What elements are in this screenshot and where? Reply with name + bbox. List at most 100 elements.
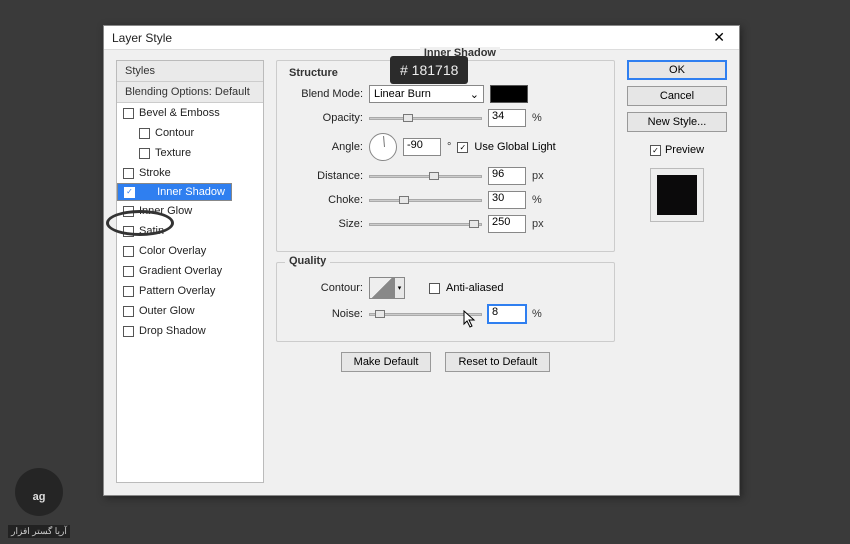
item-satin[interactable]: Satin [117, 221, 263, 241]
item-texture[interactable]: Texture [117, 143, 263, 163]
checkbox-icon[interactable] [139, 148, 150, 159]
item-label: Stroke [139, 167, 171, 179]
opacity-slider[interactable] [369, 111, 482, 125]
size-label: Size: [287, 218, 363, 230]
preview-checkbox[interactable]: ✓ [650, 145, 661, 156]
settings-panel: Inner Shadow Structure Blend Mode: Linea… [276, 60, 615, 483]
item-bevel-emboss[interactable]: Bevel & Emboss [117, 103, 263, 123]
checkbox-icon[interactable] [123, 168, 134, 179]
checkbox-icon[interactable] [123, 326, 134, 337]
dialog-title: Layer Style [112, 31, 172, 45]
item-label: Inner Shadow [157, 186, 225, 198]
size-row: Size: 250 px [287, 215, 604, 233]
checkbox-icon[interactable] [123, 206, 134, 217]
size-field[interactable]: 250 [488, 215, 526, 233]
distance-row: Distance: 96 px [287, 167, 604, 185]
make-default-button[interactable]: Make Default [341, 352, 432, 372]
unit-percent: % [532, 112, 542, 124]
defaults-row: Make Default Reset to Default [276, 352, 615, 372]
distance-slider[interactable] [369, 169, 482, 183]
unit-percent: % [532, 194, 542, 206]
close-icon[interactable]: ✕ [707, 29, 731, 46]
item-label: Satin [139, 225, 164, 237]
item-label: Inner Glow [139, 205, 192, 217]
item-outer-glow[interactable]: Outer Glow [117, 301, 263, 321]
preview-label: Preview [665, 144, 704, 156]
item-drop-shadow[interactable]: Drop Shadow [117, 321, 263, 341]
ok-button[interactable]: OK [627, 60, 727, 80]
item-color-overlay[interactable]: Color Overlay [117, 241, 263, 261]
preview-row: ✓ Preview [627, 144, 727, 156]
reset-default-button[interactable]: Reset to Default [445, 352, 550, 372]
cancel-button[interactable]: Cancel [627, 86, 727, 106]
choke-field[interactable]: 30 [488, 191, 526, 209]
unit-px: px [532, 218, 544, 230]
choke-row: Choke: 30 % [287, 191, 604, 209]
blend-mode-row: Blend Mode: Linear Burn⌄ [287, 85, 604, 103]
item-label: Gradient Overlay [139, 265, 222, 277]
item-contour[interactable]: Contour [117, 123, 263, 143]
unit-degree: ° [447, 141, 451, 153]
global-light-label: Use Global Light [474, 141, 555, 153]
item-label: Pattern Overlay [139, 285, 215, 297]
contour-picker[interactable]: ▾ [369, 277, 405, 299]
noise-label: Noise: [287, 308, 363, 320]
new-style-button[interactable]: New Style... [627, 112, 727, 132]
checkbox-icon[interactable] [123, 226, 134, 237]
quality-legend: Quality [285, 255, 330, 267]
blend-mode-select[interactable]: Linear Burn⌄ [369, 85, 484, 103]
noise-row: Noise: 8 % [287, 305, 604, 323]
angle-label: Angle: [287, 141, 363, 153]
structure-legend: Structure [285, 67, 342, 79]
unit-px: px [532, 170, 544, 182]
item-pattern-overlay[interactable]: Pattern Overlay [117, 281, 263, 301]
contour-row: Contour: ▾ Anti-aliased [287, 277, 604, 299]
distance-label: Distance: [287, 170, 363, 182]
distance-field[interactable]: 96 [488, 167, 526, 185]
checkbox-icon[interactable] [123, 246, 134, 257]
noise-field[interactable]: 8 [488, 305, 526, 323]
angle-row: Angle: -90 ° ✓ Use Global Light [287, 133, 604, 161]
item-label: Bevel & Emboss [139, 107, 220, 119]
color-swatch[interactable] [490, 85, 528, 103]
svg-text:ag: ag [33, 491, 46, 503]
contour-label: Contour: [287, 282, 363, 294]
angle-dial[interactable] [369, 133, 397, 161]
item-inner-glow[interactable]: Inner Glow [117, 201, 263, 221]
noise-slider[interactable] [369, 307, 482, 321]
chevron-down-icon[interactable]: ▾ [395, 277, 405, 299]
checkbox-icon[interactable] [123, 306, 134, 317]
item-stroke[interactable]: Stroke [117, 163, 263, 183]
blend-mode-value: Linear Burn [374, 88, 431, 100]
unit-percent: % [532, 308, 542, 320]
layer-style-dialog: Layer Style ✕ Styles Blending Options: D… [103, 25, 740, 496]
choke-label: Choke: [287, 194, 363, 206]
choke-slider[interactable] [369, 193, 482, 207]
checkbox-icon[interactable] [139, 128, 150, 139]
blend-mode-label: Blend Mode: [287, 88, 363, 100]
checkbox-icon[interactable] [123, 266, 134, 277]
item-gradient-overlay[interactable]: Gradient Overlay [117, 261, 263, 281]
structure-fieldset: Inner Shadow Structure Blend Mode: Linea… [276, 60, 615, 252]
angle-field[interactable]: -90 [403, 138, 441, 156]
checkbox-icon[interactable] [123, 286, 134, 297]
anti-aliased-label: Anti-aliased [446, 282, 503, 294]
checkbox-icon[interactable] [123, 108, 134, 119]
watermark-logo: ag آریا گستر افزار [8, 464, 70, 536]
size-slider[interactable] [369, 217, 482, 231]
anti-aliased-checkbox[interactable] [429, 283, 440, 294]
item-label: Color Overlay [139, 245, 206, 257]
styles-header[interactable]: Styles [117, 61, 263, 82]
checkbox-icon[interactable]: ✓ [124, 187, 135, 198]
styles-panel: Styles Blending Options: Default Bevel &… [116, 60, 264, 483]
opacity-label: Opacity: [287, 112, 363, 124]
preview-box [650, 168, 704, 222]
blending-options[interactable]: Blending Options: Default [117, 82, 263, 103]
preview-swatch [657, 175, 697, 215]
watermark-text: آریا گستر افزار [8, 525, 70, 538]
color-tooltip: # 181718 [390, 56, 468, 84]
item-inner-shadow[interactable]: ✓ Inner Shadow [117, 183, 232, 201]
global-light-checkbox[interactable]: ✓ [457, 142, 468, 153]
opacity-field[interactable]: 34 [488, 109, 526, 127]
angle-wrap: -90 ° ✓ Use Global Light [369, 133, 556, 161]
